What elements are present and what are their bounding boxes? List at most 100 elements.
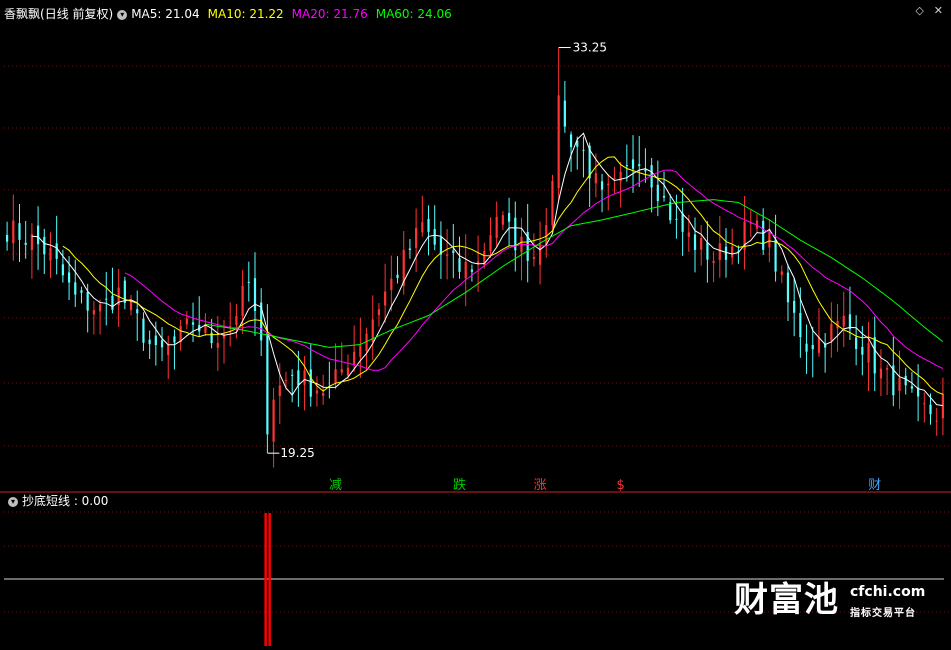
candle-body <box>24 242 27 245</box>
candle-body <box>780 271 783 275</box>
candle-body <box>384 291 387 306</box>
chevron-left-icon[interactable]: ◇ <box>915 4 923 17</box>
candle-body <box>700 237 703 250</box>
candle-body <box>105 298 108 300</box>
candle-body <box>545 225 548 245</box>
close-icon[interactable]: ✕ <box>934 4 943 17</box>
candle-body <box>36 225 40 245</box>
candle-body <box>898 377 901 391</box>
signal-label: 财 <box>868 478 881 493</box>
candle-body <box>867 343 870 363</box>
kline-stage[interactable]: 33.25 19.25 减跌涨 $ 财 香飘飘(日线 前复权) ▾ MA5: 21.04 MA… <box>0 0 951 646</box>
candle-body <box>817 337 821 353</box>
candle-body <box>390 278 393 291</box>
candle-body <box>923 403 926 405</box>
candle-body <box>879 368 883 379</box>
candle-body <box>396 274 399 279</box>
candle-body <box>253 278 257 312</box>
candle-body <box>861 346 864 355</box>
candle-body <box>762 220 765 250</box>
ma10-line <box>62 156 944 395</box>
kline-chart[interactable]: 33.25 19.25 减 跌 涨 $ 财 <box>0 0 951 646</box>
candle-body <box>12 220 15 244</box>
candle-body <box>284 380 288 382</box>
ma60-label: MA60: 24.06 <box>375 7 452 21</box>
candle-body <box>446 254 449 256</box>
candle-body <box>191 322 195 325</box>
ma10-label: MA10: 21.22 <box>207 7 284 21</box>
ma5-label: MA5: 21.04 <box>131 7 200 21</box>
candle-body <box>111 295 114 310</box>
candle-body <box>656 184 659 202</box>
candle-body <box>235 316 238 325</box>
candle-body <box>377 309 381 316</box>
candle-body <box>464 261 467 279</box>
candle-body <box>415 227 418 248</box>
candle-body <box>904 375 907 386</box>
candle-body <box>569 134 573 148</box>
candle-body <box>619 171 622 182</box>
watermark-slogan: 指标交易平台 <box>850 608 916 619</box>
candle-body <box>786 272 790 303</box>
candle-body <box>160 340 164 348</box>
signal-label: 涨 <box>534 478 547 493</box>
candle-body <box>61 264 64 276</box>
candle-body <box>855 337 858 349</box>
candle-body <box>842 315 845 327</box>
stock-name: 香飘飘 <box>4 7 41 21</box>
candle-body <box>427 218 430 232</box>
candle-body <box>303 370 306 385</box>
candle-body <box>43 236 46 255</box>
candle-body <box>712 260 715 264</box>
candle-body <box>731 246 734 258</box>
candle-body <box>291 374 294 376</box>
candle-body <box>805 343 808 352</box>
candle-body <box>247 281 250 283</box>
candle-body <box>873 337 876 374</box>
candle-body <box>793 300 796 313</box>
candle-body <box>799 312 802 338</box>
candle-body <box>910 386 914 389</box>
sub-signal-bar <box>264 513 267 646</box>
candle-body <box>18 223 21 240</box>
candle-body <box>687 232 690 237</box>
candles <box>5 47 945 468</box>
circle-arrow-icon[interactable]: ▾ <box>8 496 18 507</box>
candle-body <box>935 420 938 422</box>
candle-body <box>173 336 176 343</box>
candle-body <box>613 178 616 180</box>
candle-body <box>470 269 474 272</box>
window-controls: ◇ ✕ <box>905 4 943 17</box>
candle-body <box>322 393 325 396</box>
watermark-brand: 财富池 <box>734 580 839 620</box>
low-price-label: 19.25 <box>280 446 314 460</box>
candle-body <box>353 351 356 365</box>
candle-body <box>532 257 535 260</box>
candle-body <box>92 310 95 315</box>
candle-body <box>5 235 9 242</box>
candle-body <box>644 169 647 172</box>
candle-body <box>495 216 498 239</box>
watermark: 财富池 cfchi.com 指标交易平台 <box>734 580 934 630</box>
candle-body <box>129 300 133 311</box>
period-label: (日线 前复权) <box>40 7 114 21</box>
candle-body <box>433 229 436 245</box>
candle-body <box>594 173 597 184</box>
candle-body <box>452 250 455 253</box>
indicator-label: 抄底短线 : 0.00 <box>22 494 109 508</box>
candle-body <box>86 292 89 311</box>
candle-body <box>718 243 721 260</box>
candle-body <box>458 258 461 272</box>
candle-body <box>80 290 83 293</box>
high-price-label: 33.25 <box>573 41 607 55</box>
candle-body <box>600 181 604 190</box>
settings-circle-icon[interactable]: ▾ <box>117 9 128 20</box>
sub-panel-header: ▾ 抄底短线 : 0.00 <box>4 493 108 509</box>
candle-body <box>278 385 281 397</box>
sub-signal-bar <box>268 513 271 646</box>
candle-body <box>154 335 157 346</box>
chart-header: 香飘飘(日线 前复权) ▾ MA5: 21.04 MA10: 21.22 MA20: 2… <box>4 6 452 22</box>
candle-body <box>148 339 151 345</box>
candle-body <box>631 159 635 169</box>
candle-body <box>74 282 77 295</box>
